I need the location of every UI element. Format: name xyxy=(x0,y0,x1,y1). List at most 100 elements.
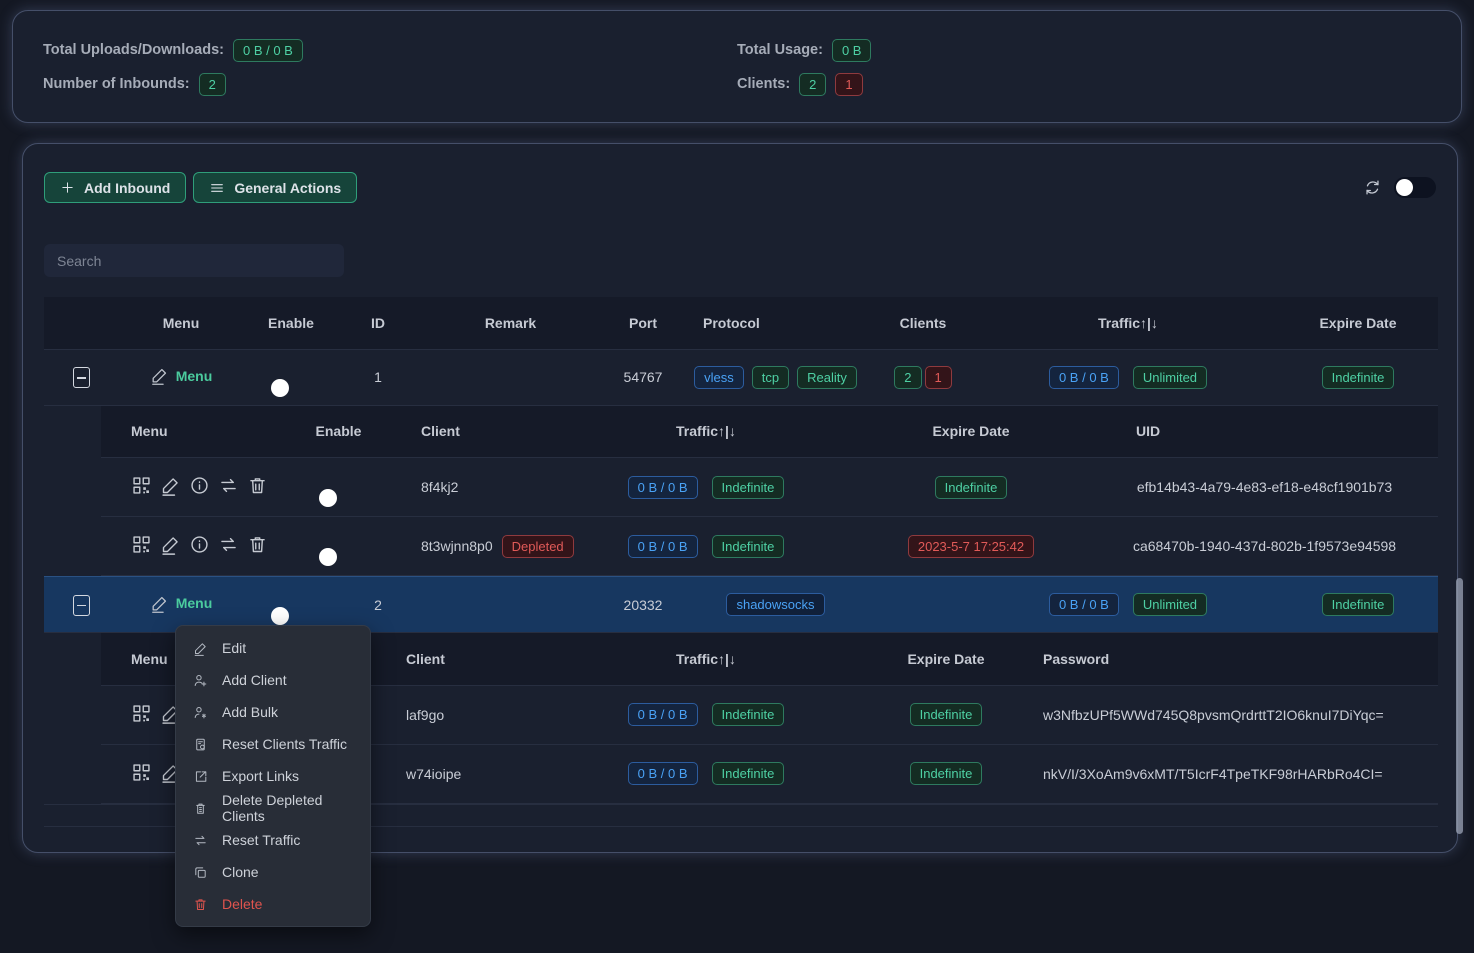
traffic-limit-badge: Indefinite xyxy=(712,703,785,726)
delete-icon[interactable] xyxy=(247,534,268,555)
inbound-remark xyxy=(418,577,603,633)
inbound-menu-dropdown[interactable]: Menu xyxy=(150,366,213,385)
stat-total-usage: Total Usage: 0 B xyxy=(737,39,1431,62)
search-input[interactable] xyxy=(44,244,344,277)
menu-item-reset-traffic[interactable]: Reset Traffic xyxy=(176,824,370,856)
qrcode-icon[interactable] xyxy=(131,475,152,496)
header-traffic-sort[interactable]: Traffic↑|↓ xyxy=(978,297,1278,349)
hamburger-icon xyxy=(209,180,225,196)
menu-item-delete-depleted-clients[interactable]: Delete Depleted Clients xyxy=(176,792,370,824)
stat-total-uploads-downloads: Total Uploads/Downloads: 0 B / 0 B xyxy=(43,39,737,62)
inbound-id: 1 xyxy=(338,349,418,405)
stat-clients-depleted-badge: 1 xyxy=(835,73,862,96)
menu-item-clone[interactable]: Clone xyxy=(176,856,370,888)
inbound-port: 54767 xyxy=(603,349,683,405)
header-client: Client xyxy=(376,406,561,458)
header-expand xyxy=(44,297,118,349)
expire-badge: 2023-5-7 17:25:42 xyxy=(908,535,1034,558)
reset-traffic-icon[interactable] xyxy=(218,534,239,555)
inbound-menu-label: Menu xyxy=(176,595,213,611)
dark-mode-toggle[interactable] xyxy=(1394,177,1436,198)
edit-pencil-icon[interactable] xyxy=(160,534,181,555)
header-expire-date: Expire Date xyxy=(851,406,1091,458)
clients-table-1: Menu Enable Client Traffic↑|↓ Expire Dat… xyxy=(101,406,1438,577)
header-menu: Menu xyxy=(118,297,244,349)
qrcode-icon[interactable] xyxy=(131,703,152,724)
traffic-limit-badge: Indefinite xyxy=(712,762,785,785)
header-port: Port xyxy=(603,297,683,349)
header-expire-date: Expire Date xyxy=(851,633,1041,685)
edit-pencil-icon xyxy=(193,641,208,656)
stat-uploads-value-badge: 0 B / 0 B xyxy=(233,39,303,62)
client-uid: ca68470b-1940-437d-802b-1f9573e94598 xyxy=(1091,517,1438,576)
edit-pencil-icon[interactable] xyxy=(160,475,181,496)
stat-label: Total Usage: xyxy=(737,42,823,58)
traffic-limit-badge: Indefinite xyxy=(712,476,785,499)
minus-icon xyxy=(77,377,86,379)
info-circle-icon[interactable] xyxy=(189,475,210,496)
info-circle-icon[interactable] xyxy=(189,534,210,555)
stat-label: Total Uploads/Downloads: xyxy=(43,42,224,58)
general-actions-button[interactable]: General Actions xyxy=(193,172,357,203)
header-remark: Remark xyxy=(418,297,603,349)
stat-label: Clients: xyxy=(737,76,790,92)
delete-depleted-icon xyxy=(193,801,208,816)
header-id: ID xyxy=(338,297,418,349)
expire-badge: Indefinite xyxy=(910,762,983,785)
protocol-badge: vless xyxy=(694,366,744,389)
stat-usage-value-badge: 0 B xyxy=(832,39,872,62)
minus-icon xyxy=(77,605,86,607)
client-password: nkV/I/3XoAm9v6xMT/T5IcrF4TpeTKF98rHARbRo… xyxy=(1041,744,1438,803)
reset-traffic-icon[interactable] xyxy=(218,475,239,496)
qrcode-icon[interactable] xyxy=(131,762,152,783)
client-name: 8t3wjnn8p0 xyxy=(421,538,493,554)
client-name: 8f4kj2 xyxy=(376,458,561,517)
collapse-row-button[interactable] xyxy=(73,367,90,388)
menu-item-add-client[interactable]: Add Client xyxy=(176,664,370,696)
menu-item-export-links[interactable]: Export Links xyxy=(176,760,370,792)
vertical-scrollbar-thumb[interactable] xyxy=(1456,578,1463,834)
menu-item-add-bulk[interactable]: Add Bulk xyxy=(176,696,370,728)
traffic-badge: 0 B / 0 B xyxy=(1049,593,1119,616)
add-inbound-label: Add Inbound xyxy=(84,180,170,196)
security-badge: Reality xyxy=(797,366,857,389)
stat-label: Number of Inbounds: xyxy=(43,76,190,92)
inbound-remark xyxy=(418,349,603,405)
clients-header-row: Menu Enable Client Traffic↑|↓ Expire Dat… xyxy=(101,406,1438,458)
collapse-row-button[interactable] xyxy=(73,595,90,616)
menu-item-reset-clients-traffic[interactable]: Reset Clients Traffic xyxy=(176,728,370,760)
qrcode-icon[interactable] xyxy=(131,534,152,555)
header-traffic-sort[interactable]: Traffic↑|↓ xyxy=(561,633,851,685)
transport-badge: tcp xyxy=(752,366,789,389)
export-icon xyxy=(193,769,208,784)
stats-panel: Total Uploads/Downloads: 0 B / 0 B Total… xyxy=(12,10,1462,123)
general-actions-label: General Actions xyxy=(234,180,341,196)
traffic-badge: 0 B / 0 B xyxy=(628,762,698,785)
user-add-icon xyxy=(193,673,208,688)
client-name: w74ioipe xyxy=(376,744,561,803)
plus-icon xyxy=(60,180,75,195)
header-client: Client xyxy=(376,633,561,685)
add-inbound-button[interactable]: Add Inbound xyxy=(44,172,186,203)
header-traffic-sort[interactable]: Traffic↑|↓ xyxy=(561,406,851,458)
refresh-icon[interactable] xyxy=(1363,178,1382,197)
inbound-row-1: Menu 1 54767 vless tcp Reality 2 xyxy=(44,349,1438,405)
stat-number-of-inbounds: Number of Inbounds: 2 xyxy=(43,73,737,96)
inbound-menu-dropdown[interactable]: Menu xyxy=(150,594,213,613)
inbound-port: 20332 xyxy=(603,577,683,633)
menu-item-edit[interactable]: Edit xyxy=(176,632,370,664)
header-uid: UID xyxy=(1091,406,1438,458)
edit-pencil-icon xyxy=(150,366,169,385)
delete-icon[interactable] xyxy=(247,475,268,496)
inbound-context-menu: Edit Add Client Add Bulk Reset Clients T… xyxy=(175,625,371,927)
client-row: 8t3wjnn8p0 Depleted 0 B / 0 B Indefinite xyxy=(101,517,1438,576)
traffic-badge: 0 B / 0 B xyxy=(1049,366,1119,389)
expire-badge: Indefinite xyxy=(1322,593,1395,616)
menu-item-delete[interactable]: Delete xyxy=(176,888,370,920)
traffic-badge: 0 B / 0 B xyxy=(628,476,698,499)
clients-depleted-badge: 1 xyxy=(925,366,952,389)
client-row: 8f4kj2 0 B / 0 B Indefinite Indefinite e… xyxy=(101,458,1438,517)
clients-active-badge: 2 xyxy=(894,366,921,389)
delete-icon xyxy=(193,897,208,912)
stat-clients-active-badge: 2 xyxy=(799,73,826,96)
